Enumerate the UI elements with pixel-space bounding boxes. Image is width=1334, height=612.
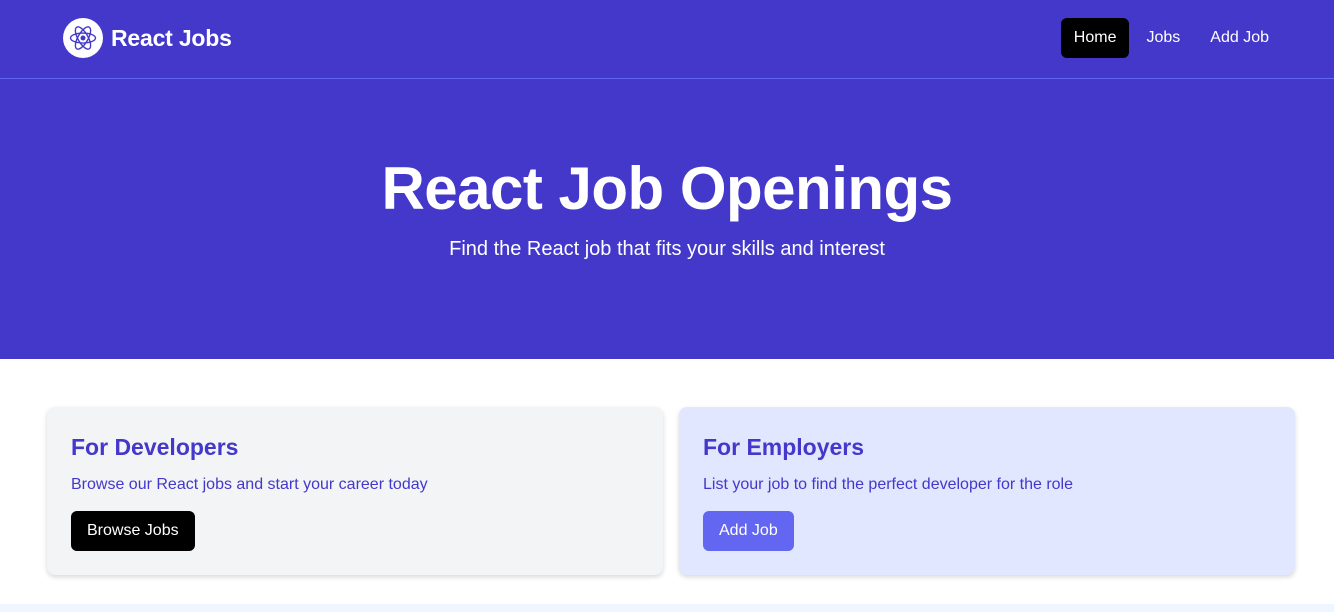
brand-link[interactable]: React Jobs: [63, 18, 232, 58]
top-navbar: React Jobs Home Jobs Add Job: [0, 0, 1334, 79]
developers-card-text: Browse our React jobs and start your car…: [71, 476, 428, 493]
nav-add-job-link[interactable]: Add Job: [1197, 18, 1282, 58]
developers-card: For Developers Browse our React jobs and…: [47, 407, 663, 575]
hero-title: React Job Openings: [381, 155, 953, 222]
nav-links: Home Jobs Add Job: [1060, 18, 1282, 58]
employers-card: For Employers List your job to find the …: [679, 407, 1295, 575]
hero-section: React Job Openings Find the React job th…: [0, 79, 1334, 359]
employers-card-text: List your job to find the perfect develo…: [703, 476, 1073, 493]
brand-title: React Jobs: [111, 24, 232, 51]
react-atom-icon: [63, 18, 103, 58]
nav-home-link[interactable]: Home: [1060, 18, 1130, 58]
employers-card-title: For Employers: [703, 434, 865, 460]
nav-jobs-link[interactable]: Jobs: [1133, 18, 1193, 58]
developers-card-title: For Developers: [71, 434, 239, 460]
browse-jobs-button[interactable]: Browse Jobs: [71, 511, 195, 551]
hero-subtitle: Find the React job that fits your skills…: [449, 238, 885, 260]
add-job-button[interactable]: Add Job: [703, 511, 794, 551]
next-section-edge: [0, 604, 1334, 612]
